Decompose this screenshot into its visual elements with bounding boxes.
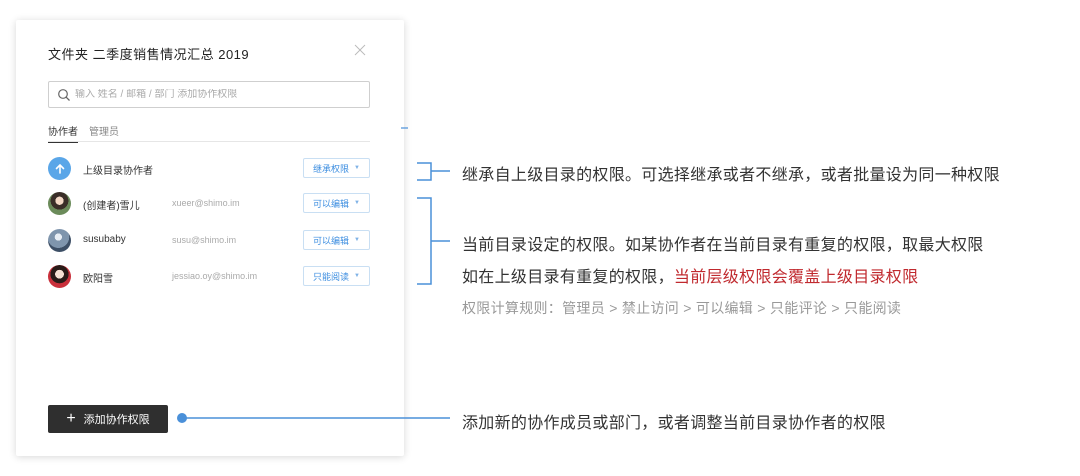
annotation-current-line2: 如在上级目录有重复的权限，当前层级权限会覆盖上级目录权限 — [462, 263, 918, 287]
bracket-inherit — [417, 162, 432, 181]
annotation-rule: 权限计算规则：管理员 > 禁止访问 > 可以编辑 > 只能评论 > 只能阅读 — [462, 300, 902, 316]
annotation-current-line1: 当前目录设定的权限。如某协作者在当前目录有重复的权限，取最大权限 — [462, 237, 984, 254]
annotation-inherit: 继承自上级目录的权限。可选择继承或者不继承，或者批量设为同一种权限 — [462, 167, 1000, 184]
annotation-add: 添加新的协作成员或部门，或者调整当前目录协作者的权限 — [462, 415, 886, 432]
annotation-highlight: 当前层级权限会覆盖上级目录权限 — [673, 269, 919, 286]
annotation-current-prefix: 如在上级目录有重复的权限， — [462, 269, 674, 286]
bracket-current — [417, 197, 432, 285]
